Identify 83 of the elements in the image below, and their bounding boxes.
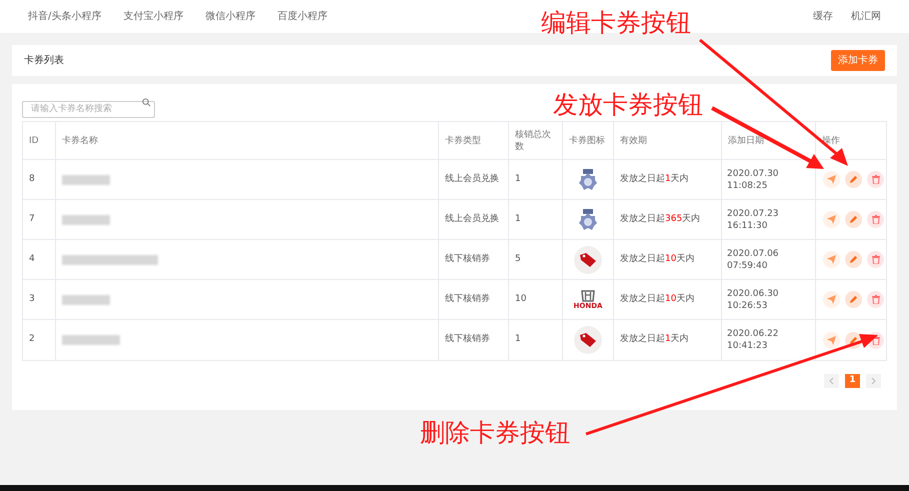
column-header: 有效期 [614, 122, 722, 159]
table-cell: 2020.07.23 16:11:30 [722, 200, 816, 239]
send-button[interactable] [823, 291, 840, 308]
paper-plane-icon [827, 295, 836, 304]
annotation-text: 删除卡券按钮 [420, 418, 570, 448]
chevron-right-icon [871, 377, 876, 385]
table-cell: 线下核销券 [439, 240, 509, 279]
pencil-icon [849, 175, 858, 184]
paper-plane-icon [827, 215, 836, 224]
car-logo-icon [581, 290, 595, 302]
table-cell: 1 [509, 200, 563, 239]
table-cell: 1 [509, 160, 563, 199]
trash-icon [872, 336, 880, 344]
send-button[interactable] [823, 171, 840, 188]
blurred-name [62, 214, 110, 224]
column-header: ID [23, 122, 56, 159]
table-cell: 4 [23, 240, 56, 279]
nav-link[interactable]: 机汇网 [851, 9, 881, 24]
trash-icon [872, 175, 880, 184]
pencil-icon [849, 255, 858, 264]
annotation-text: 发放卡券按钮 [553, 90, 703, 120]
edit-button[interactable] [845, 251, 862, 268]
paper-plane-icon [827, 175, 836, 184]
blurred-name [62, 174, 110, 184]
paper-plane-icon [827, 255, 836, 264]
tag-icon [574, 246, 602, 274]
previous-page-button[interactable] [824, 374, 839, 388]
table-cell: 发放之日起365天内 [614, 200, 722, 239]
table-cell: 7 [23, 200, 56, 239]
send-button[interactable] [823, 211, 840, 228]
table-cell: 5 [509, 240, 563, 279]
trash-icon [872, 295, 880, 304]
tag-icon [574, 326, 602, 354]
nav-tab[interactable]: 抖音/头条小程序 [28, 9, 102, 24]
pencil-icon [849, 295, 858, 304]
card-title: 卡券列表 [24, 54, 64, 68]
search-field[interactable]: 请输入卡券名称搜索 [22, 100, 155, 118]
table-cell: 2 [23, 320, 56, 360]
table-cell: 1 [509, 320, 563, 360]
nav-tab[interactable]: 支付宝小程序 [123, 9, 184, 24]
pencil-icon [849, 215, 858, 224]
table-cell: 8 [23, 160, 56, 199]
table-cell: 发放之日起1天内 [614, 320, 722, 360]
nav-tab[interactable]: 微信小程序 [205, 9, 256, 24]
paper-plane-icon [827, 336, 836, 344]
table-cell: 发放之日起10天内 [614, 240, 722, 279]
table-cell: 发放之日起1天内 [614, 160, 722, 199]
nav-link[interactable]: 缓存 [813, 9, 833, 24]
column-header: 卡券类型 [439, 122, 509, 159]
table-cell: 2020.06.22 10:41:23 [722, 320, 816, 360]
column-header: 卡券图标 [563, 122, 614, 159]
column-header: 核销总次数 [509, 122, 563, 159]
send-button[interactable] [823, 251, 840, 268]
table-cell: 发放之日起10天内 [614, 280, 722, 319]
column-header: 卡券名称 [56, 122, 439, 159]
delete-button[interactable] [867, 291, 884, 308]
edit-button[interactable] [845, 291, 862, 308]
table-cell: 线上会员兑换 [439, 160, 509, 199]
blurred-name [62, 335, 120, 345]
table-cell: 10 [509, 280, 563, 319]
delete-button[interactable] [867, 171, 884, 188]
table-cell: 2020.07.06 07:59:40 [722, 240, 816, 279]
nav-tab[interactable]: 百度小程序 [277, 9, 328, 24]
annotation-text: 编辑卡券按钮 [541, 8, 691, 38]
search-icon [142, 98, 151, 107]
table-cell: 2020.06.30 10:26:53 [722, 280, 816, 319]
delete-button[interactable] [867, 211, 884, 228]
pencil-icon [849, 336, 858, 344]
trash-icon [872, 215, 880, 224]
delete-button[interactable] [867, 251, 884, 268]
medal-icon [578, 168, 598, 190]
next-page-button[interactable] [866, 374, 881, 388]
chevron-left-icon [829, 377, 834, 385]
table-cell: 线下核销券 [439, 280, 509, 319]
table-cell: 线上会员兑换 [439, 200, 509, 239]
table-cell: 3 [23, 280, 56, 319]
edit-button[interactable] [845, 211, 862, 228]
table-cell: 线下核销券 [439, 320, 509, 360]
medal-icon [578, 208, 598, 230]
send-button[interactable] [823, 332, 840, 348]
blurred-name [62, 294, 110, 304]
trash-icon [872, 255, 880, 264]
edit-button[interactable] [845, 171, 862, 188]
